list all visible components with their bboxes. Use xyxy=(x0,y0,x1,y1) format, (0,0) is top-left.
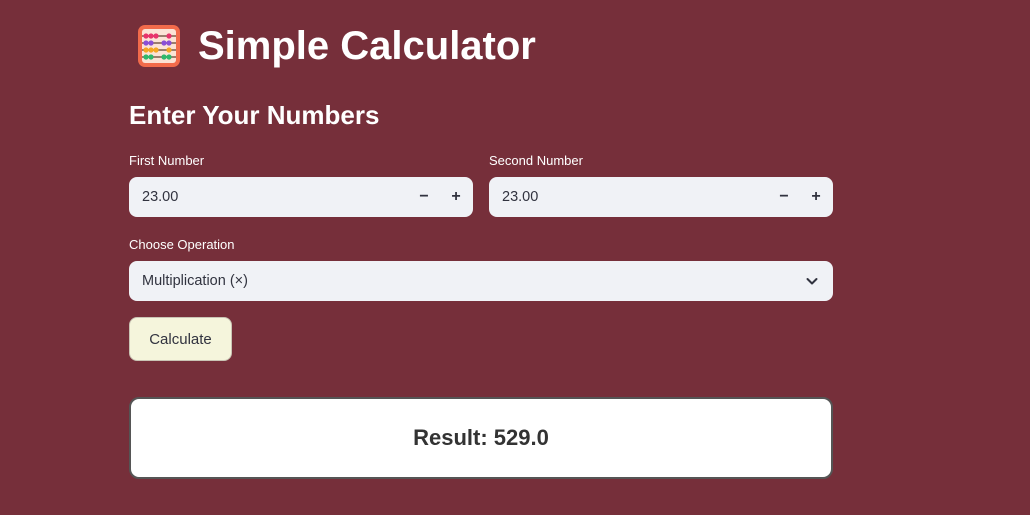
operation-selected-value: Multiplication (×) xyxy=(142,273,248,289)
result-panel: Result: 529.0 xyxy=(129,397,833,479)
operation-select[interactable]: Multiplication (×) xyxy=(129,261,833,301)
second-number-label: Second Number xyxy=(489,153,583,168)
first-number-increment-button[interactable]: + xyxy=(440,177,472,217)
result-text: Result: 529.0 xyxy=(413,425,549,450)
operation-label: Choose Operation xyxy=(129,237,235,252)
page-header: Simple Calculator xyxy=(136,20,536,72)
second-number-decrement-button[interactable]: − xyxy=(768,177,800,217)
section-heading: Enter Your Numbers xyxy=(129,100,380,130)
calculate-button[interactable]: Calculate xyxy=(129,317,232,361)
chevron-down-icon xyxy=(806,278,818,285)
first-number-input[interactable] xyxy=(129,177,408,217)
page-title: Simple Calculator xyxy=(198,23,536,68)
abacus-icon xyxy=(138,25,180,67)
second-number-field: − + xyxy=(489,177,833,217)
second-number-increment-button[interactable]: + xyxy=(800,177,832,217)
first-number-decrement-button[interactable]: − xyxy=(408,177,440,217)
second-number-input[interactable] xyxy=(489,177,768,217)
first-number-field: − + xyxy=(129,177,473,217)
first-number-label: First Number xyxy=(129,153,205,168)
